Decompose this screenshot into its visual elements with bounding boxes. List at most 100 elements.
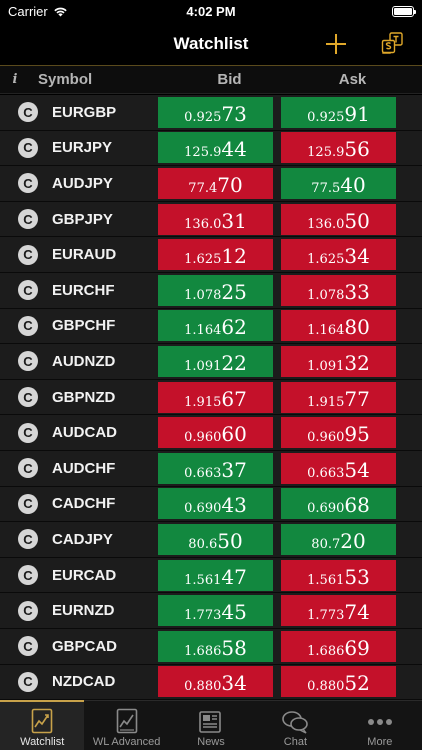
bid-price-pips: 44 [221,137,247,162]
ask-price-prefix: 1.625 [307,252,345,268]
bid-price-button[interactable]: 1.686 58 [158,630,273,662]
trade-button[interactable] [378,29,408,59]
watchlist-row[interactable]: C EURGBP 0.925 73 0.925 91 [0,95,422,131]
advanced-chart-icon [116,708,137,734]
ask-price-button[interactable]: 1.561 53 [281,559,396,591]
watchlist-row[interactable]: C GBPCAD 1.686 58 1.686 69 [0,628,422,665]
ask-price-prefix: 1.164 [307,323,345,339]
ask-price-button[interactable]: 0.925 91 [281,96,396,128]
info-icon[interactable]: i [0,72,30,87]
watchlist-table: C EURGBP 0.925 73 0.925 91 C EURJPY 125.9 44 125.9… [0,95,422,701]
instrument-type-badge: C [18,351,38,372]
ask-price-button[interactable]: 1.686 69 [281,630,396,662]
ask-price-pips: 34 [344,244,370,269]
tab-news[interactable]: News [169,701,253,750]
ask-price-button[interactable]: 136.0 50 [281,203,396,235]
watchlist-row[interactable]: C EURNZD 1.773 45 1.773 74 [0,593,422,629]
bid-price-button[interactable]: 0.960 60 [158,417,273,449]
instrument-type-badge: C [18,600,38,621]
watchlist-row[interactable]: C AUDJPY 77.4 70 77.5 40 [0,166,422,202]
tab-watchlist[interactable]: Watchlist [0,700,85,750]
bid-price-pips: 31 [221,208,247,233]
bid-price-button[interactable]: 1.164 62 [158,310,273,342]
watchlist-row[interactable]: C GBPJPY 136.0 31 136.0 50 [0,201,422,238]
bid-price-button[interactable]: 77.4 70 [158,167,273,199]
column-header: i Symbol Bid Ask [0,66,422,94]
ask-price-button[interactable]: 1.078 33 [281,274,396,306]
symbol-label: CADJPY [52,530,113,548]
symbol-label: AUDNZD [52,352,116,370]
instrument-type-badge: C [18,244,38,265]
add-symbol-button[interactable] [322,30,350,58]
ask-price-button[interactable]: 1.164 80 [281,310,396,342]
tab-more[interactable]: More [338,701,422,750]
battery-icon [391,5,416,17]
bid-price-prefix: 77.4 [188,180,218,196]
tab-label: More [367,736,393,748]
bid-price-button[interactable]: 0.925 73 [158,96,273,128]
ask-price-button[interactable]: 0.663 54 [281,452,396,484]
status-time: 4:02 PM [186,3,236,19]
bid-price-button[interactable]: 1.091 22 [158,345,273,377]
bid-column-header[interactable]: Bid [168,71,291,88]
instrument-type-badge: C [18,209,38,230]
symbol-label: NZDCAD [52,673,116,691]
bid-price-pips: 22 [221,350,247,375]
symbol-label: EURNZD [52,602,115,620]
bid-price-button[interactable]: 0.690 43 [158,488,273,520]
ask-price-button[interactable]: 0.880 52 [281,666,396,698]
watchlist-row[interactable]: C GBPCHF 1.164 62 1.164 80 [0,308,422,345]
watchlist-row[interactable]: C NZDCAD 0.880 34 0.880 52 [0,664,422,701]
bid-price-button[interactable]: 80.6 50 [158,523,273,555]
bid-price-button[interactable]: 0.880 34 [158,666,273,698]
bid-price-button[interactable]: 1.915 67 [158,381,273,413]
watchlist-row[interactable]: C EURAUD 1.625 12 1.625 34 [0,237,422,273]
ask-price-button[interactable]: 0.690 68 [281,488,396,520]
watchlist-row[interactable]: C EURJPY 125.9 44 125.9 56 [0,130,422,167]
ask-price-button[interactable]: 1.773 74 [281,595,396,627]
ask-price-button[interactable]: 1.625 34 [281,239,396,271]
bid-price-prefix: 1.625 [184,252,222,268]
ask-price-prefix: 136.0 [307,216,345,232]
bid-price-button[interactable]: 0.663 37 [158,452,273,484]
bid-price-prefix: 0.880 [184,679,222,695]
bid-price-button[interactable]: 125.9 44 [158,132,273,164]
ask-price-button[interactable]: 1.915 77 [281,381,396,413]
bid-price-pips: 58 [221,635,247,660]
bid-price-button[interactable]: 136.0 31 [158,203,273,235]
tab-wl-advanced[interactable]: WL Advanced [84,701,168,750]
bid-price-button[interactable]: 1.773 45 [158,595,273,627]
watchlist-row[interactable]: C EURCAD 1.561 47 1.561 53 [0,557,422,594]
tab-label: Chat [283,736,308,748]
ask-price-prefix: 0.925 [307,109,345,125]
ask-price-button[interactable]: 77.5 40 [281,167,396,199]
ask-column-header[interactable]: Ask [291,71,414,88]
watchlist-row[interactable]: C GBPNZD 1.915 67 1.915 77 [0,379,422,416]
status-bar: Carrier 4:02 PM [0,0,422,22]
watchlist-row[interactable]: C AUDNZD 1.091 22 1.091 32 [0,344,422,380]
ask-price-prefix: 1.915 [307,394,345,410]
tab-chat[interactable]: Chat [253,701,337,750]
symbol-column-header[interactable]: Symbol [30,71,168,88]
ask-price-pips: 77 [344,386,370,411]
ask-price-button[interactable]: 0.960 95 [281,417,396,449]
instrument-type-badge: C [18,458,38,479]
instrument-type-badge: C [18,173,38,194]
bid-price-button[interactable]: 1.561 47 [158,559,273,591]
bid-price-pips: 43 [221,493,247,518]
watchlist-row[interactable]: C CADJPY 80.6 50 80.7 20 [0,522,422,558]
ask-price-button[interactable]: 1.091 32 [281,345,396,377]
bid-price-button[interactable]: 1.078 25 [158,274,273,306]
bid-price-prefix: 1.773 [184,608,222,624]
bid-price-button[interactable]: 1.625 12 [158,239,273,271]
watchlist-row[interactable]: C AUDCHF 0.663 37 0.663 54 [0,450,422,487]
watchlist-row[interactable]: C EURCHF 1.078 25 1.078 33 [0,272,422,309]
carrier-label: Carrier [8,3,48,19]
ask-price-button[interactable]: 80.7 20 [281,523,396,555]
ask-price-button[interactable]: 125.9 56 [281,132,396,164]
trade-ticket-icon [381,32,403,54]
bid-price-pips: 45 [221,600,247,625]
watchlist-row[interactable]: C CADCHF 0.690 43 0.690 68 [0,486,422,523]
watchlist-row[interactable]: C AUDCAD 0.960 60 0.960 95 [0,415,422,451]
wifi-icon [54,7,67,16]
